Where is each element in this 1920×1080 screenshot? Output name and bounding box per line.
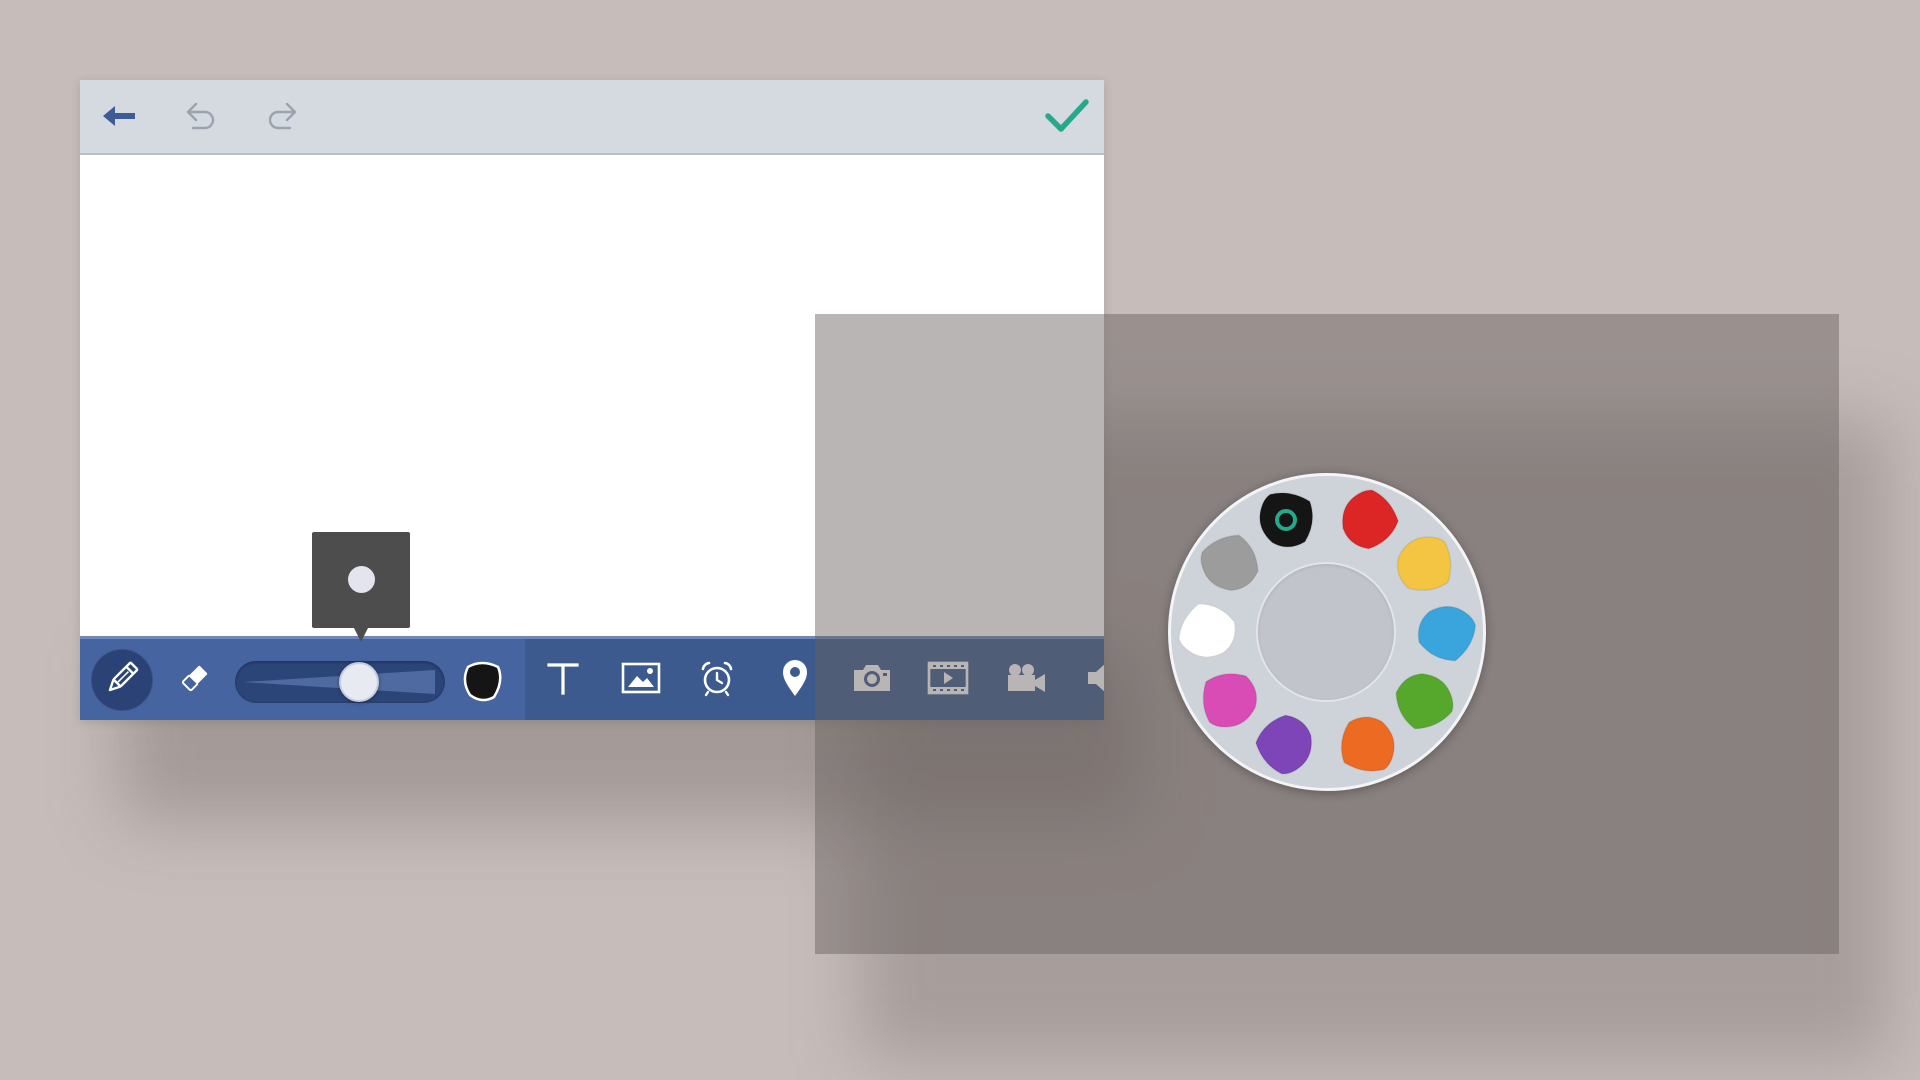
color-swatch-purple[interactable] [1253, 711, 1319, 777]
brush-size-slider[interactable] [235, 661, 445, 703]
color-swatch-black[interactable] [1253, 487, 1319, 553]
text-tool-button[interactable] [539, 656, 587, 704]
location-tool-button[interactable] [771, 656, 819, 704]
undo-icon [183, 98, 219, 139]
redo-button[interactable] [260, 96, 304, 140]
confirm-button[interactable] [1042, 94, 1092, 142]
color-swatch-blue[interactable] [1413, 599, 1479, 665]
color-swatch-gray[interactable] [1197, 531, 1263, 597]
eraser-button[interactable] [173, 658, 217, 702]
text-icon [544, 659, 582, 702]
alarm-tool-button[interactable] [693, 656, 741, 704]
top-bar [80, 80, 1104, 155]
undo-button[interactable] [179, 96, 223, 140]
pencil-icon [102, 658, 142, 703]
back-button[interactable] [97, 96, 141, 140]
back-arrow-icon [101, 104, 137, 133]
brush-size-preview-dot [348, 566, 375, 593]
color-swatch-magenta[interactable] [1197, 667, 1263, 733]
brush-size-preview [312, 532, 410, 642]
image-icon [621, 660, 661, 701]
pencil-button[interactable] [91, 649, 153, 711]
location-pin-icon [779, 658, 811, 703]
eraser-icon [178, 661, 212, 700]
color-swatch-orange[interactable] [1335, 711, 1401, 777]
redo-icon [264, 98, 300, 139]
image-tool-button[interactable] [617, 656, 665, 704]
color-swatch-icon [458, 661, 506, 709]
draw-tools-group [80, 639, 525, 720]
color-swatch-white[interactable] [1175, 599, 1241, 665]
color-wheel-center [1256, 562, 1396, 702]
alarm-clock-icon [698, 659, 736, 702]
color-swatch-yellow[interactable] [1391, 531, 1457, 597]
color-swatch-button[interactable] [458, 657, 506, 705]
color-swatch-green[interactable] [1391, 667, 1457, 733]
preview-pointer [354, 628, 368, 642]
checkmark-icon [1044, 96, 1090, 141]
